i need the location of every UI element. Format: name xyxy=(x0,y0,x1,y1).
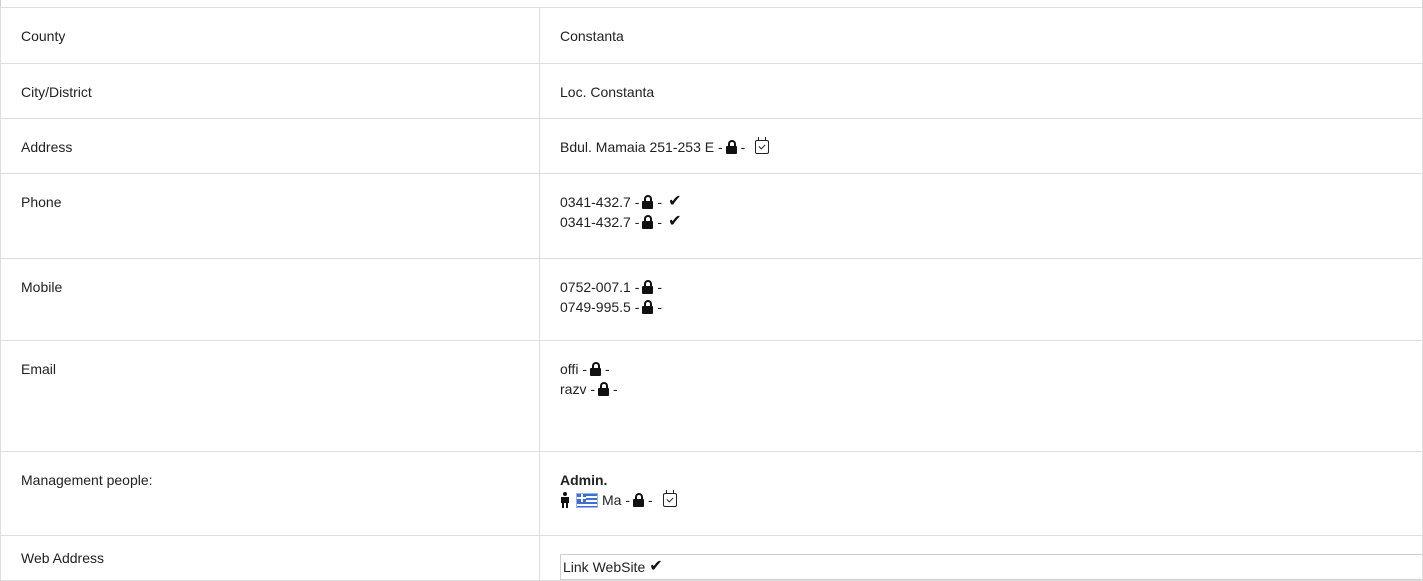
city-label: City/District xyxy=(0,63,540,119)
county-label: County xyxy=(0,7,540,64)
separator: - xyxy=(657,279,663,295)
person-name: Ma - xyxy=(602,492,630,508)
greece-flag-icon xyxy=(576,492,598,508)
email-address: razv - xyxy=(560,381,595,397)
phone-entry: 0341-432.7 - - ✔ xyxy=(560,192,1422,212)
address-value: Bdul. Mamaia 251-253 E - - xyxy=(539,118,1423,174)
phone-number: 0341-432.7 - xyxy=(560,214,640,230)
mobile-values: 0752-007.1 - - 0749-995.5 - - xyxy=(539,258,1423,341)
table-row: Mobile 0752-007.1 - - 0749-995.5 - - xyxy=(0,258,1423,341)
email-values: offi - - razv - - xyxy=(539,340,1423,452)
website-link[interactable]: Link WebSite ✔ xyxy=(560,554,1423,580)
separator: - xyxy=(657,299,663,315)
table-row: Management people: Admin. Ma - - xyxy=(0,451,1423,536)
table-top-edge xyxy=(0,0,1423,7)
lock-icon[interactable] xyxy=(642,300,654,314)
lock-icon[interactable] xyxy=(642,280,654,294)
table-row: Email offi - - razv - - xyxy=(0,340,1423,452)
calendar-check-icon[interactable] xyxy=(662,490,677,507)
web-address-value: Link WebSite ✔ xyxy=(539,535,1423,581)
mobile-entry: 0752-007.1 - - xyxy=(560,277,1422,297)
separator: - xyxy=(657,214,663,230)
management-person: Ma - - xyxy=(560,490,1422,510)
table-row: Web Address Link WebSite ✔ xyxy=(0,535,1423,581)
separator: - xyxy=(740,139,746,155)
separator: - xyxy=(613,381,618,397)
lock-icon[interactable] xyxy=(642,215,654,229)
checkmark-icon: ✔ xyxy=(649,558,663,575)
county-value: Constanta xyxy=(539,7,1423,64)
separator: - xyxy=(657,194,663,210)
checkmark-icon: ✔ xyxy=(668,213,682,230)
email-address: offi - xyxy=(560,361,587,377)
company-info-table: County Constanta City/District Loc. Cons… xyxy=(0,7,1423,581)
management-values: Admin. Ma - - xyxy=(539,451,1423,536)
mobile-number: 0752-007.1 - xyxy=(560,279,640,295)
checkmark-icon: ✔ xyxy=(668,193,682,210)
lock-icon[interactable] xyxy=(589,362,601,376)
phone-number: 0341-432.7 - xyxy=(560,194,640,210)
separator: - xyxy=(604,361,610,377)
email-entry: razv - - xyxy=(560,379,1422,399)
web-address-label: Web Address xyxy=(0,535,540,581)
separator: - xyxy=(648,492,653,508)
address-text: Bdul. Mamaia 251-253 E - xyxy=(560,139,723,155)
lock-icon[interactable] xyxy=(633,493,644,507)
management-label: Management people: xyxy=(0,451,540,536)
mobile-label: Mobile xyxy=(0,258,540,341)
email-label: Email xyxy=(0,340,540,452)
phone-entry: 0341-432.7 - - ✔ xyxy=(560,212,1422,232)
mobile-entry: 0749-995.5 - - xyxy=(560,297,1422,317)
lock-icon[interactable] xyxy=(725,140,737,154)
web-address-text: Web Address xyxy=(21,550,105,566)
person-icon xyxy=(560,492,570,508)
calendar-check-icon[interactable] xyxy=(755,137,770,154)
table-row: City/District Loc. Constanta xyxy=(0,63,1423,119)
city-value: Loc. Constanta xyxy=(539,63,1423,119)
lock-icon[interactable] xyxy=(598,382,609,396)
website-link-label: Link WebSite xyxy=(563,559,646,575)
table-row: Address Bdul. Mamaia 251-253 E - - xyxy=(0,118,1423,174)
management-role: Admin. xyxy=(560,472,608,488)
table-row: County Constanta xyxy=(0,7,1423,64)
email-entry: offi - - xyxy=(560,359,1422,379)
table-row: Phone 0341-432.7 - - ✔ 0341-432.7 - - ✔ xyxy=(0,173,1423,259)
mobile-number: 0749-995.5 - xyxy=(560,299,640,315)
phone-values: 0341-432.7 - - ✔ 0341-432.7 - - ✔ xyxy=(539,173,1423,259)
address-label: Address xyxy=(0,118,540,174)
phone-label: Phone xyxy=(0,173,540,259)
lock-icon[interactable] xyxy=(642,195,654,209)
